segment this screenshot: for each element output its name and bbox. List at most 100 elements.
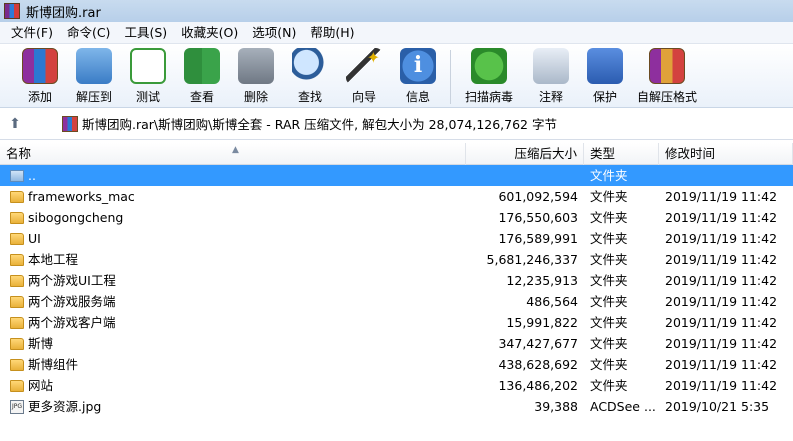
folder-icon (10, 253, 24, 266)
archive-icon (62, 115, 78, 132)
info-label: 信息 (405, 90, 430, 104)
column-header-size[interactable]: 压缩后大小 (466, 143, 584, 165)
window-title: 斯博团购.rar (26, 5, 101, 21)
file-list: .. 文件夹 frameworks_mac 601,092,594 文件夹 20… (0, 165, 793, 417)
winrar-app-icon (4, 3, 20, 19)
comment-button[interactable]: 注释 (527, 44, 575, 106)
comment-label: 注释 (538, 90, 563, 104)
test-checklist-icon (130, 48, 166, 84)
delete-button[interactable]: 删除 (232, 44, 280, 106)
virus-scan-icon (471, 48, 507, 84)
up-arrow-icon[interactable]: ⬆ (0, 109, 30, 139)
file-name: 斯博组件 (28, 357, 79, 372)
file-date: 2019/10/21 5:35 (665, 399, 770, 414)
sort-ascending-icon: ▲ (232, 145, 239, 155)
file-name: 本地工程 (28, 252, 79, 267)
delete-label: 删除 (243, 90, 268, 104)
view-book-icon (184, 48, 220, 84)
archive-path: 斯博团购.rar\斯博团购\斯博全套 - RAR 压缩文件, 解包大小为 28,… (82, 117, 557, 132)
file-type: ACDSee ... (590, 399, 656, 414)
file-size: 438,628,692 (498, 357, 578, 372)
jpg-file-icon: JPG (10, 399, 24, 414)
file-name: 网站 (28, 378, 54, 393)
table-row[interactable]: .. 文件夹 (0, 165, 793, 186)
table-row[interactable]: frameworks_mac 601,092,594 文件夹 2019/11/1… (0, 186, 793, 207)
table-row[interactable]: 两个游戏UI工程 12,235,913 文件夹 2019/11/19 11:42 (0, 270, 793, 291)
address-bar: ⬆ 斯博团购.rar\斯博团购\斯博全套 - RAR 压缩文件, 解包大小为 2… (0, 108, 793, 140)
table-row[interactable]: UI 176,589,991 文件夹 2019/11/19 11:42 (0, 228, 793, 249)
file-type: 文件夹 (590, 357, 628, 372)
menu-favorites[interactable]: 收藏夹(O) (174, 22, 245, 44)
file-type: 文件夹 (590, 315, 628, 330)
info-icon (400, 48, 436, 84)
extract-to-button[interactable]: 解压到 (70, 44, 118, 106)
folder-icon (10, 295, 24, 308)
wizard-button[interactable]: 向导 (340, 44, 388, 106)
folder-icon (10, 358, 24, 371)
file-size (466, 165, 578, 186)
extract-folder-icon (76, 48, 112, 84)
folder-icon (10, 337, 24, 350)
table-row[interactable]: 本地工程 5,681,246,337 文件夹 2019/11/19 11:42 (0, 249, 793, 270)
table-row[interactable]: 网站 136,486,202 文件夹 2019/11/19 11:42 (0, 375, 793, 396)
info-button[interactable]: 信息 (394, 44, 442, 106)
folder-icon (10, 211, 24, 224)
file-name: UI (28, 231, 41, 246)
sfx-button[interactable]: 自解压格式 (635, 44, 699, 106)
view-label: 查看 (189, 90, 214, 104)
toolbar-separator (450, 50, 451, 104)
add-label: 添加 (27, 90, 52, 104)
file-type: 文件夹 (590, 336, 628, 351)
column-header-type[interactable]: 类型 (584, 143, 659, 165)
table-row[interactable]: sibogongcheng 176,550,603 文件夹 2019/11/19… (0, 207, 793, 228)
menu-file[interactable]: 文件(F) (4, 22, 60, 44)
file-name: 两个游戏UI工程 (28, 273, 116, 288)
column-header-date[interactable]: 修改时间 (659, 143, 793, 165)
menu-commands[interactable]: 命令(C) (60, 22, 117, 44)
file-type: 文件夹 (590, 231, 628, 246)
file-date: 2019/11/19 11:42 (665, 378, 778, 393)
file-size: 176,550,603 (498, 210, 578, 225)
file-type: 文件夹 (590, 168, 628, 183)
test-label: 测试 (135, 90, 160, 104)
scan-label: 扫描病毒 (464, 90, 513, 104)
folder-icon (10, 232, 24, 245)
menu-help[interactable]: 帮助(H) (303, 22, 361, 44)
file-name: .. (28, 168, 36, 183)
file-date: 2019/11/19 11:42 (665, 273, 778, 288)
file-name: 两个游戏客户端 (28, 315, 116, 330)
file-date: 2019/11/19 11:42 (665, 210, 778, 225)
file-type: 文件夹 (590, 252, 628, 267)
table-row[interactable]: JPG 更多资源.jpg 39,388 ACDSee ... 2019/10/21… (0, 396, 793, 417)
test-button[interactable]: 测试 (124, 44, 172, 106)
add-button[interactable]: 添加 (16, 44, 64, 106)
menu-options[interactable]: 选项(N) (245, 22, 303, 44)
table-row[interactable]: 斯博组件 438,628,692 文件夹 2019/11/19 11:42 (0, 354, 793, 375)
find-label: 查找 (297, 90, 322, 104)
file-type: 文件夹 (590, 273, 628, 288)
view-button[interactable]: 查看 (178, 44, 226, 106)
scan-virus-button[interactable]: 扫描病毒 (457, 44, 521, 106)
menu-tools[interactable]: 工具(S) (117, 22, 174, 44)
file-date: 2019/11/19 11:42 (665, 189, 778, 204)
table-row[interactable]: 斯博 347,427,677 文件夹 2019/11/19 11:42 (0, 333, 793, 354)
column-header-name[interactable]: 名称 ▲ (0, 143, 466, 165)
sfx-label: 自解压格式 (636, 90, 697, 104)
column-name-label: 名称 (6, 146, 32, 161)
wizard-label: 向导 (351, 90, 376, 104)
table-row[interactable]: 两个游戏客户端 15,991,822 文件夹 2019/11/19 11:42 (0, 312, 793, 333)
protect-button[interactable]: 保护 (581, 44, 629, 106)
title-bar: 斯博团购.rar (0, 0, 793, 22)
file-date: 2019/11/19 11:42 (665, 231, 778, 246)
file-date: 2019/11/19 11:42 (665, 357, 778, 372)
file-date (665, 165, 790, 186)
file-size: 601,092,594 (498, 189, 578, 204)
find-button[interactable]: 查找 (286, 44, 334, 106)
file-name: 斯博 (28, 336, 54, 351)
column-type-label: 类型 (590, 146, 616, 161)
file-size: 5,681,246,337 (486, 252, 578, 267)
file-name: sibogongcheng (28, 210, 124, 225)
file-name: 更多资源.jpg (28, 399, 102, 414)
table-row[interactable]: 两个游戏服务端 486,564 文件夹 2019/11/19 11:42 (0, 291, 793, 312)
trash-can-icon (238, 48, 274, 84)
